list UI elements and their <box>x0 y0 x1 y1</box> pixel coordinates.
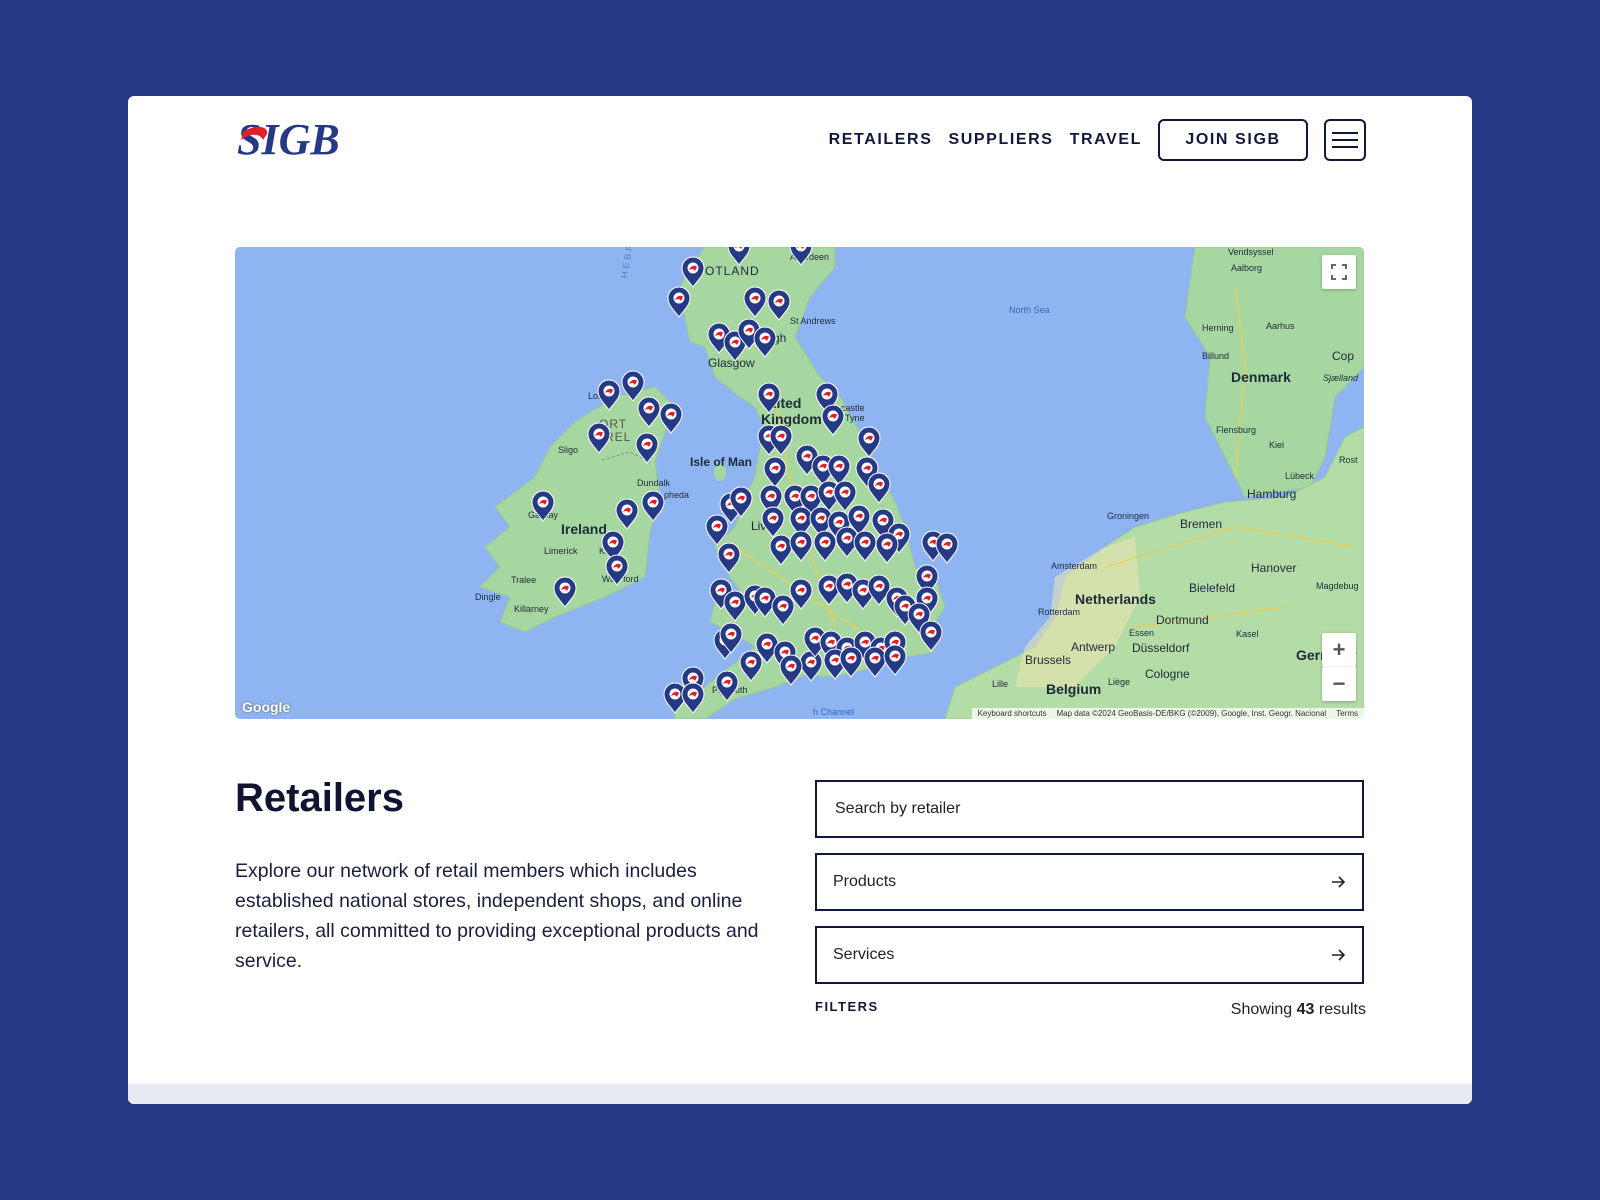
join-sigb-button[interactable]: JOIN SIGB <box>1158 119 1308 161</box>
retailer-pin[interactable] <box>779 654 803 686</box>
sigb-logo[interactable]: SIGB <box>235 118 359 160</box>
retailer-pin[interactable] <box>715 670 739 702</box>
zoom-out-button[interactable]: − <box>1322 667 1356 701</box>
retailer-pin[interactable] <box>615 498 639 530</box>
retailer-pin[interactable] <box>767 289 791 321</box>
nav-suppliers[interactable]: SUPPLIERS <box>948 131 1053 149</box>
retailer-pin[interactable] <box>597 379 621 411</box>
retailer-pin[interactable] <box>771 594 795 626</box>
arrow-right-icon <box>1332 876 1346 888</box>
retailer-pin[interactable] <box>635 432 659 464</box>
retailer-pin[interactable] <box>757 382 781 414</box>
retailer-pin[interactable] <box>727 247 751 266</box>
hamburger-menu-button[interactable] <box>1324 119 1366 161</box>
hamburger-icon <box>1332 132 1358 148</box>
products-filter[interactable]: Products <box>815 853 1364 911</box>
retailer-pin[interactable] <box>763 456 787 488</box>
retailer-pin[interactable] <box>621 370 645 402</box>
products-filter-label: Products <box>833 873 897 890</box>
retailer-pin[interactable] <box>857 426 881 458</box>
retailer-pins <box>531 247 959 714</box>
retailer-pin[interactable] <box>681 682 705 714</box>
retailer-pin[interactable] <box>637 396 661 428</box>
retailer-pin[interactable] <box>839 646 863 678</box>
retailer-pin[interactable] <box>789 530 813 562</box>
retailer-pin[interactable] <box>753 326 777 358</box>
fullscreen-button[interactable] <box>1322 255 1356 289</box>
filters-toggle[interactable]: FILTERS <box>815 999 879 1014</box>
retailer-pin[interactable] <box>739 650 763 682</box>
zoom-in-button[interactable]: + <box>1322 633 1356 667</box>
retailer-pin[interactable] <box>723 590 747 622</box>
retailer-pin[interactable] <box>681 256 705 288</box>
arrow-right-icon <box>1332 949 1346 961</box>
retailer-pin[interactable] <box>813 530 837 562</box>
page-title: Retailers <box>235 776 404 820</box>
retailer-pin[interactable] <box>553 576 577 608</box>
retailer-pin[interactable] <box>935 532 959 564</box>
retailer-pin[interactable] <box>853 530 877 562</box>
results-suffix: results <box>1318 1001 1366 1018</box>
fullscreen-icon <box>1331 264 1347 280</box>
retailer-pin[interactable] <box>605 554 629 586</box>
services-filter[interactable]: Services <box>815 926 1364 984</box>
map-data-text: Map data ©2024 GeoBasis-DE/BKG (©2009), … <box>1056 709 1327 718</box>
logo-text: SIGB <box>237 118 340 160</box>
retailer-pin[interactable] <box>867 472 891 504</box>
retailer-pin[interactable] <box>799 650 823 682</box>
retailer-pin[interactable] <box>743 286 767 318</box>
retailer-pin[interactable] <box>883 644 907 676</box>
retailer-pin[interactable] <box>789 247 813 266</box>
search-field[interactable] <box>815 780 1364 838</box>
retailer-pin[interactable] <box>705 514 729 546</box>
map-attribution: Keyboard shortcuts Map data ©2024 GeoBas… <box>971 708 1364 719</box>
search-input[interactable] <box>833 799 1346 819</box>
retailer-pin[interactable] <box>761 506 785 538</box>
retailer-pin[interactable] <box>769 534 793 566</box>
nav-travel[interactable]: TRAVEL <box>1070 131 1142 149</box>
results-count: Showing 43 results <box>1231 1001 1366 1019</box>
results-prefix: Showing <box>1230 1001 1293 1018</box>
retailer-pin[interactable] <box>821 404 845 436</box>
retailer-pin[interactable] <box>769 424 793 456</box>
retailer-pin[interactable] <box>667 286 691 318</box>
retailer-pin[interactable] <box>531 490 555 522</box>
keyboard-shortcuts-link[interactable]: Keyboard shortcuts <box>978 709 1047 718</box>
main-nav: RETAILERS SUPPLIERS TRAVEL JOIN SIGB <box>829 119 1366 161</box>
retailer-pin[interactable] <box>827 454 851 486</box>
page-card: SIGB RETAILERS SUPPLIERS TRAVEL JOIN SIG… <box>128 96 1472 1104</box>
retailer-pin[interactable] <box>875 532 899 564</box>
retailer-map[interactable]: OTLAND Aberdeen St Andrews rgh Glasgow H… <box>235 247 1364 719</box>
retailer-pin[interactable] <box>919 620 943 652</box>
terms-link[interactable]: Terms <box>1336 709 1358 718</box>
retailer-pin[interactable] <box>587 422 611 454</box>
footer-strip <box>128 1084 1472 1104</box>
results-number: 43 <box>1296 1001 1315 1018</box>
retailer-pin[interactable] <box>641 490 665 522</box>
page-description: Explore our network of retail members wh… <box>235 860 759 972</box>
google-logo: Google <box>242 699 291 715</box>
retailer-pin[interactable] <box>717 542 741 574</box>
nav-retailers[interactable]: RETAILERS <box>829 131 933 149</box>
services-filter-label: Services <box>833 946 895 963</box>
retailer-pin[interactable] <box>863 646 887 678</box>
retailer-pin[interactable] <box>659 402 683 434</box>
